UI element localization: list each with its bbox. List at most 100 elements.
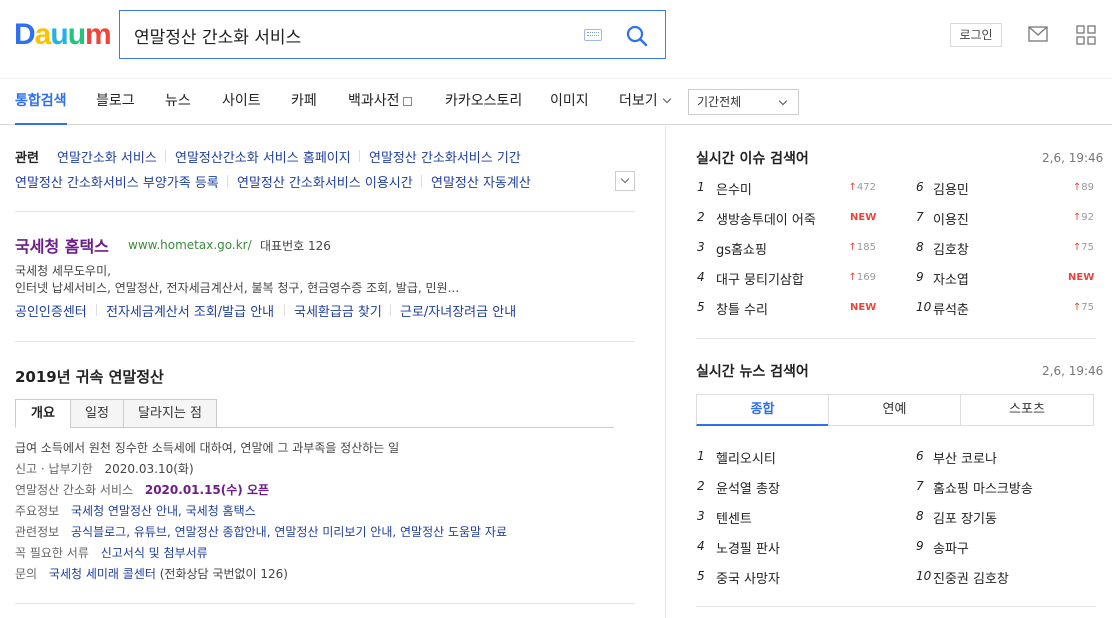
rank-change-value: 89 [1081, 182, 1094, 193]
apps-grid-icon[interactable] [1076, 25, 1096, 45]
sitelink[interactable]: 전자세금계산서 조회/발급 안내 [106, 301, 274, 320]
login-button[interactable]: 로그인 [950, 23, 1002, 47]
daum-logo[interactable]: Dauum [14, 18, 112, 52]
info-link[interactable]: 공식블로그, 유튜브, 연말정산 종합안내, 연말정산 미리보기 안내, 연말정… [71, 525, 507, 539]
infobox-summary: 급여 소득에서 원천 징수한 소득세에 대하여, 연말에 그 과부족을 정산하는… [15, 441, 400, 455]
related-link[interactable]: 연말정산간소화 서비스 홈페이지 [175, 147, 351, 166]
rank-number: 5 [697, 300, 705, 314]
related-link[interactable]: 연말정산 간소화서비스 기간 [369, 147, 521, 166]
news-tab-all[interactable]: 종합 [696, 394, 829, 426]
info-label: 문의 [15, 567, 38, 581]
search-input[interactable] [134, 23, 564, 47]
related-link[interactable]: 연말정산 간소화서비스 부양가족 등록 [15, 172, 219, 191]
tab-overview[interactable]: 개요 [15, 399, 71, 428]
info-label: 관련정보 [15, 525, 60, 539]
tab-integrated-search[interactable]: 통합검색 [15, 79, 67, 125]
issue-keyword-link[interactable]: 류석춘 [933, 299, 969, 318]
info-link[interactable]: 신고서식 및 첨부서류 [101, 546, 208, 560]
news-keyword-link[interactable]: 중국 사망자 [716, 568, 780, 587]
info-link[interactable]: 국세청 연말정산 안내, 국세청 홈택스 [71, 504, 256, 518]
issue-keyword-link[interactable]: 이용진 [933, 209, 969, 228]
new-badge: NEW [1068, 272, 1095, 283]
rank-change-value: 92 [1081, 212, 1094, 223]
divider [696, 338, 1096, 339]
news-keyword-link[interactable]: 헬리오시티 [716, 448, 776, 467]
rank-change-value: 169 [856, 272, 876, 283]
news-tab-entertainment[interactable]: 연예 [828, 394, 961, 426]
news-keyword-link[interactable]: 진중권 김호창 [933, 568, 1009, 587]
rank-change-value: 472 [856, 182, 876, 193]
news-tab-sports[interactable]: 스포츠 [960, 394, 1094, 426]
result-title-link[interactable]: 국세청 홈택스 [15, 233, 109, 257]
keyboard-icon[interactable] [584, 29, 602, 41]
tab-cafe[interactable]: 카페 [291, 79, 317, 125]
tab-site[interactable]: 사이트 [222, 79, 261, 125]
news-keyword-link[interactable]: 홈쇼핑 마스크방송 [933, 478, 1033, 497]
issue-keyword-link[interactable]: 창틀 수리 [716, 299, 768, 318]
issue-keyword-link[interactable]: 자소엽 [933, 269, 969, 288]
news-keyword-link[interactable]: 김포 장기동 [933, 508, 997, 527]
rank-change: ↑185 [836, 242, 876, 253]
tab-more[interactable]: 더보기 [619, 79, 671, 125]
news-panel-time: 2,6, 19:46 [1042, 364, 1104, 378]
mail-icon[interactable] [1028, 26, 1048, 42]
divider [15, 603, 635, 604]
rank-number: 4 [697, 539, 705, 553]
infobox-title: 2019년 귀속 연말정산 [15, 368, 164, 386]
info-label: 꼭 필요한 서류 [15, 546, 89, 560]
search-button[interactable] [624, 23, 650, 49]
related-link[interactable]: 연말간소화 서비스 [57, 147, 157, 166]
arrow-up-icon: ↑ [1072, 182, 1082, 193]
period-select-value: 기간전체 [697, 95, 742, 109]
rank-change-value: 75 [1081, 302, 1094, 313]
news-keyword-link[interactable]: 노경필 판사 [716, 538, 780, 557]
tab-news[interactable]: 뉴스 [165, 79, 191, 125]
rank-change-value: 185 [856, 242, 876, 253]
rank-number: 10 [916, 300, 932, 314]
news-keyword-link[interactable]: 송파구 [933, 538, 969, 557]
issue-keyword-link[interactable]: 은수미 [716, 179, 752, 198]
separator [284, 304, 285, 316]
related-link[interactable]: 연말정산 간소화서비스 이용시간 [237, 172, 413, 191]
tab-changes[interactable]: 달라지는 점 [123, 399, 217, 428]
issue-keyword-link[interactable]: 대구 뭉티기삼합 [716, 269, 804, 288]
issue-keyword-link[interactable]: 생방송투데이 어죽 [716, 209, 816, 228]
rank-number: 7 [916, 479, 924, 493]
tab-kakaostory[interactable]: 카카오스토리 [445, 79, 522, 125]
sitelink[interactable]: 근로/자녀장려금 안내 [400, 301, 516, 320]
rank-change: ↑472 [836, 182, 876, 193]
news-keyword-link[interactable]: 텐센트 [716, 508, 752, 527]
divider [15, 211, 635, 212]
news-keyword-link[interactable]: 윤석열 총장 [716, 478, 780, 497]
tab-encyclopedia[interactable]: 백과사전 [348, 79, 412, 125]
rank-change: ↑75 [1054, 302, 1094, 313]
header: Dauum 로그인 [0, 0, 1112, 78]
issue-panel-time: 2,6, 19:46 [1042, 151, 1104, 165]
arrow-up-icon: ↑ [1072, 242, 1082, 253]
checkbox-icon [402, 96, 412, 106]
sitelink[interactable]: 국세환급금 찾기 [294, 301, 382, 320]
separator [421, 175, 422, 187]
tab-encyclopedia-label: 백과사전 [348, 93, 400, 109]
tab-images[interactable]: 이미지 [550, 79, 589, 125]
issue-keyword-link[interactable]: 김용민 [933, 179, 969, 198]
result-url[interactable]: www.hometax.go.kr/ [128, 238, 252, 252]
expand-related-button[interactable] [615, 171, 635, 191]
issue-keyword-link[interactable]: gs홈쇼핑 [716, 239, 767, 258]
news-keyword-link[interactable]: 부산 코로나 [933, 448, 997, 467]
info-row: 관련정보 공식블로그, 유튜브, 연말정산 종합안내, 연말정산 미리보기 안내… [15, 523, 507, 540]
info-value: 2020.03.10(화) [104, 462, 194, 476]
sitelink[interactable]: 공인인증센터 [15, 301, 87, 320]
info-label: 주요정보 [15, 504, 60, 518]
tab-schedule[interactable]: 일정 [70, 399, 124, 428]
issue-keyword-link[interactable]: 김호창 [933, 239, 969, 258]
related-link[interactable]: 연말정산 자동계산 [431, 172, 531, 191]
rank-number: 1 [697, 449, 705, 463]
result-description: 국세청 세무도우미, [15, 264, 111, 278]
info-link[interactable]: 국세청 세미래 콜센터 [49, 567, 156, 581]
issue-panel-title: 실시간 이슈 검색어 [696, 151, 809, 167]
period-select[interactable]: 기간전체 [688, 89, 799, 115]
search-box [119, 10, 666, 59]
tab-blog[interactable]: 블로그 [96, 79, 135, 125]
info-row: 신고 · 납부기한 2020.03.10(화) [15, 460, 194, 477]
